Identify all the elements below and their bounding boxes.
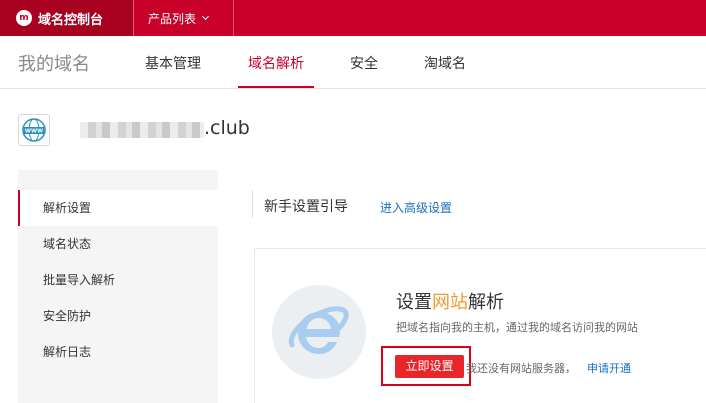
domain-suffix: .club — [204, 117, 250, 139]
brand-logo-icon: m — [16, 10, 32, 26]
card-title-highlight: 网站 — [432, 292, 468, 313]
no-server-text: 我还没有网站服务器， — [466, 362, 576, 375]
chevron-down-icon — [201, 12, 210, 21]
svg-text:WWW: WWW — [25, 129, 43, 135]
top-bar: m 域名控制台 产品列表 — [0, 0, 706, 36]
sidebar: 解析设置 域名状态 批量导入解析 安全防护 解析日志 — [18, 170, 218, 403]
product-list-menu[interactable]: 产品列表 — [134, 0, 234, 36]
apply-server-link[interactable]: 申请开通 — [587, 360, 631, 376]
active-tab-indicator — [238, 86, 314, 88]
browser-e-icon — [272, 285, 366, 379]
sidebar-item-batch-import[interactable]: 批量导入解析 — [18, 262, 218, 298]
advanced-settings-link[interactable]: 进入高级设置 — [380, 199, 452, 216]
tab-dns-resolution[interactable]: 域名解析 — [248, 53, 304, 73]
brand[interactable]: m 域名控制台 — [0, 0, 134, 36]
domain-header: WWW .club — [18, 112, 250, 148]
tab-basic-management[interactable]: 基本管理 — [145, 53, 201, 73]
product-list-label: 产品列表 — [148, 11, 197, 26]
sidebar-item-resolution-log[interactable]: 解析日志 — [18, 334, 218, 370]
www-globe-icon: WWW — [18, 114, 50, 146]
tab-domain-market[interactable]: 淘域名 — [424, 53, 466, 73]
brand-title: 域名控制台 — [38, 12, 104, 28]
card-description: 把域名指向我的主机，通过我的域名访问我的网站 — [396, 321, 638, 334]
setup-now-button[interactable]: 立即设置 — [395, 355, 464, 378]
domain-nav: 我的域名 基本管理 域名解析 安全 淘域名 — [0, 36, 706, 89]
page-title: 我的域名 — [18, 54, 90, 75]
sidebar-item-resolution-settings[interactable]: 解析设置 — [18, 190, 218, 226]
sidebar-item-domain-status[interactable]: 域名状态 — [18, 226, 218, 262]
section-divider — [252, 190, 253, 218]
sidebar-item-security-protection[interactable]: 安全防护 — [18, 298, 218, 334]
tab-security[interactable]: 安全 — [350, 53, 378, 73]
domain-name-redacted — [80, 122, 204, 138]
guide-title: 新手设置引导 — [264, 199, 348, 215]
card-title: 设置网站解析 — [396, 292, 504, 313]
